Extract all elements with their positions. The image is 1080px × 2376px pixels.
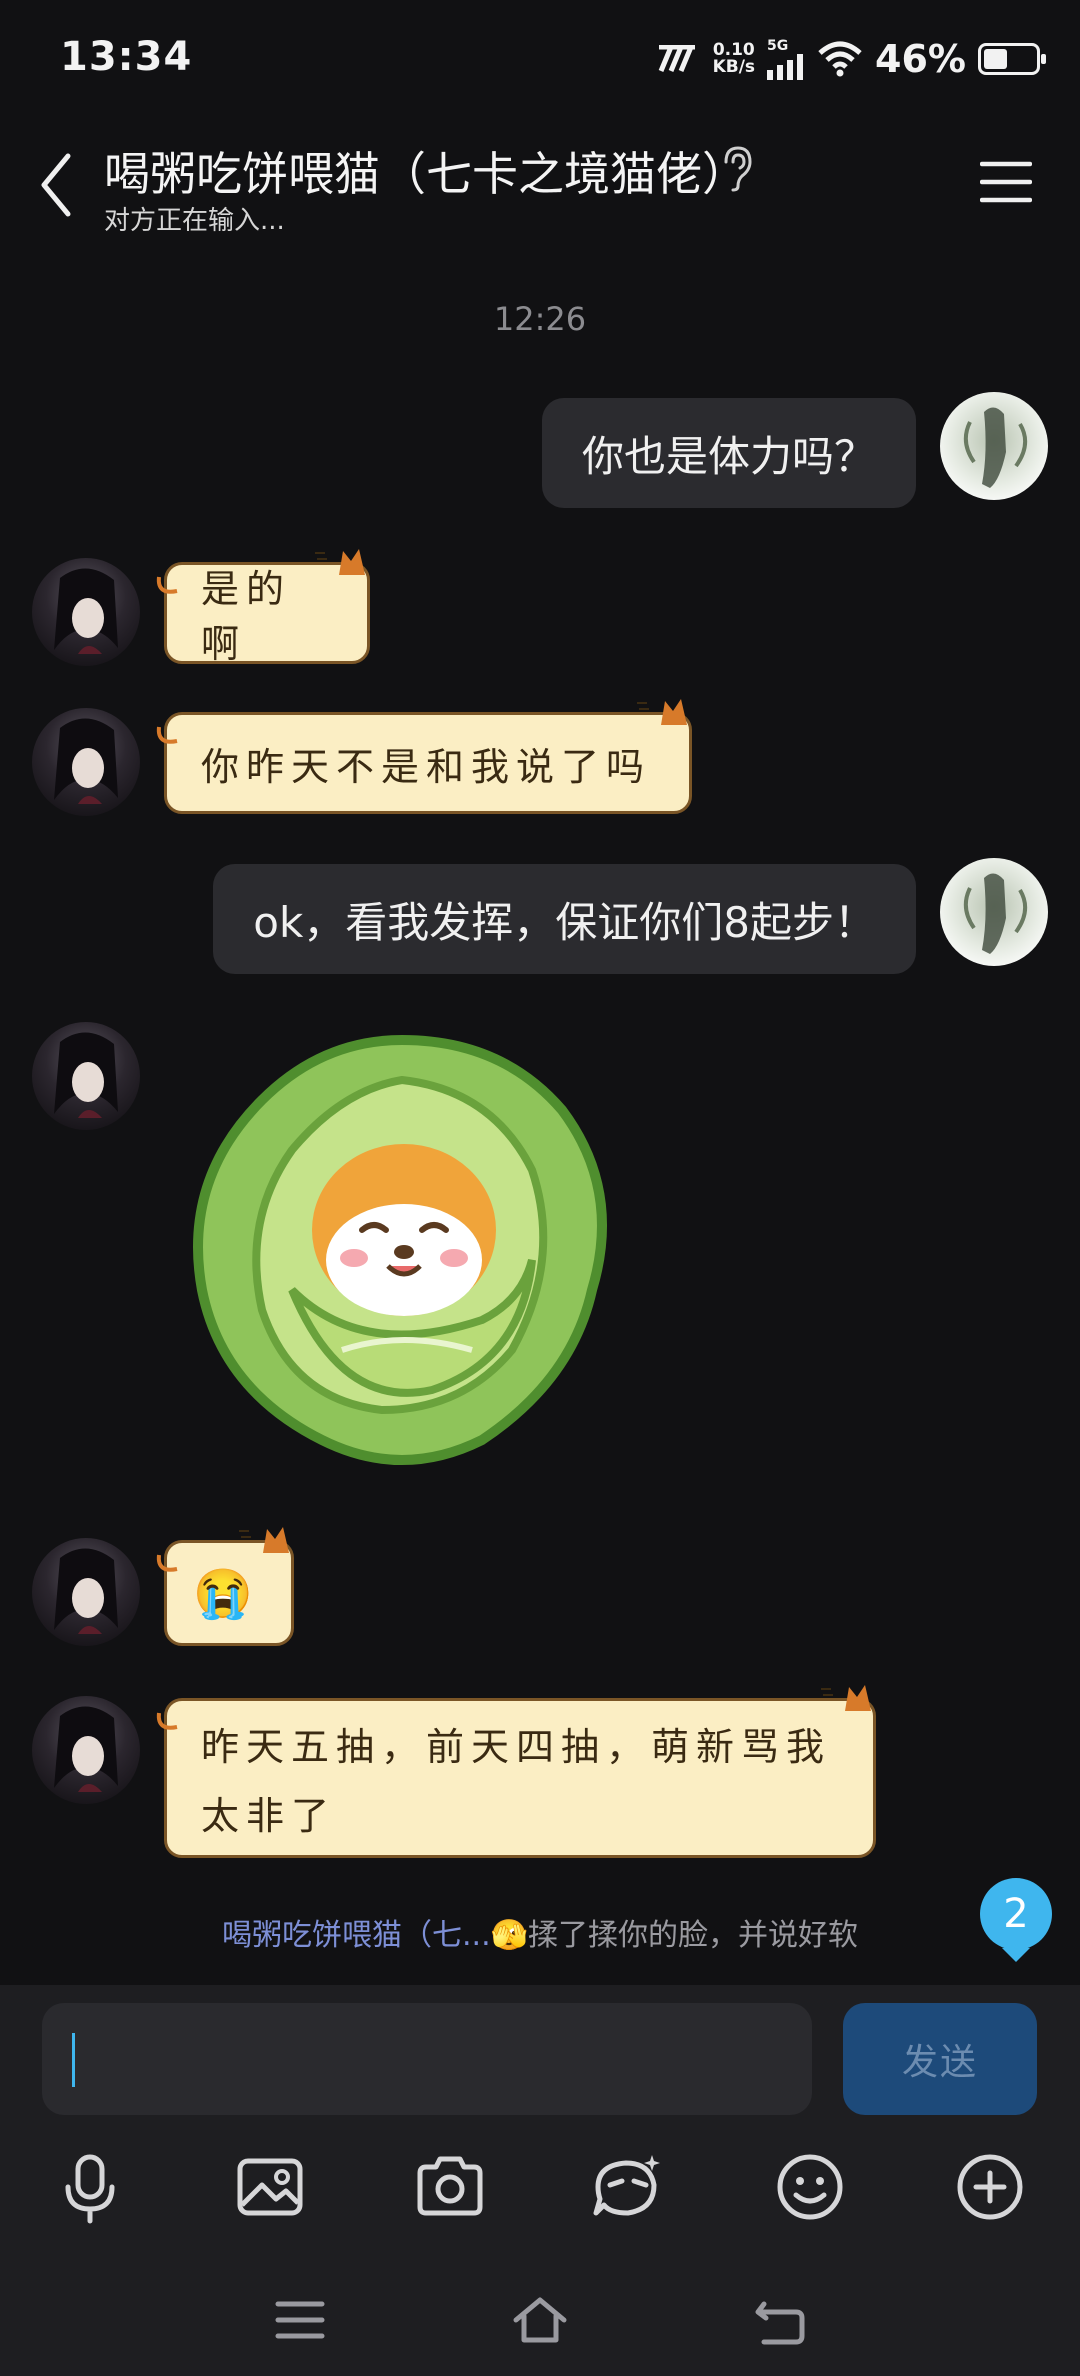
back-arrow-icon[interactable]	[36, 150, 76, 220]
send-button[interactable]: 发送	[843, 2003, 1037, 2115]
text-caret	[72, 2033, 75, 2087]
cat-ears-icon	[239, 1527, 289, 1553]
system-navbar	[0, 2260, 1080, 2376]
status-bar: 13:34 0.10 KB/s 5G 46%	[0, 0, 1080, 120]
camera-icon	[417, 2156, 483, 2216]
avatar-figure	[54, 718, 118, 804]
message-text: ok，看我发挥，保证你们8起步！	[253, 897, 876, 947]
avatar-figure	[54, 1548, 118, 1634]
plus-icon	[957, 2154, 1023, 2220]
message-text-line: 昨天五抽，前天四抽，萌新骂我	[201, 1725, 832, 1769]
emoji-icon	[777, 2154, 843, 2220]
message-text: 你昨天不是和我说了吗	[201, 744, 652, 789]
contact-avatar[interactable]	[32, 1538, 140, 1646]
contact-avatar[interactable]	[32, 1022, 140, 1130]
more-button[interactable]	[950, 2147, 1030, 2227]
bubble-curl-icon	[156, 1554, 178, 1572]
crying-emoji: 😭	[193, 1565, 253, 1622]
wifi-icon	[818, 41, 862, 77]
message-bubble[interactable]: 昨天五抽，前天四抽，萌新骂我 太非了	[156, 1685, 876, 1858]
avatar-figure	[54, 1032, 118, 1118]
nfc-icon	[658, 45, 695, 72]
bubble-curl-icon	[156, 576, 178, 594]
message-bubble[interactable]: 😭	[156, 1527, 294, 1646]
microphone-icon	[65, 2154, 115, 2224]
photo-button[interactable]	[230, 2147, 310, 2227]
message-text-line: 太非了	[201, 1794, 337, 1838]
sticker-icon	[593, 2155, 660, 2216]
unread-count-badge[interactable]: 2	[980, 1878, 1052, 1962]
message-bubble[interactable]: 你昨天不是和我说了吗	[156, 699, 692, 814]
typing-status: 对方正在输入...	[104, 206, 285, 236]
cabbage-shiba-sticker[interactable]	[182, 1030, 622, 1470]
avatar-figure	[963, 873, 1028, 954]
emoji-button[interactable]	[770, 2147, 850, 2227]
battery-icon	[978, 43, 1046, 75]
cat-ears-icon	[637, 699, 687, 725]
home-icon[interactable]	[510, 2290, 570, 2350]
signal-group: 5G	[767, 38, 805, 80]
cat-ears-icon	[821, 1685, 871, 1711]
cat-ears-icon	[315, 549, 365, 575]
notice-actor[interactable]: 喝粥吃饼喂猫（七...	[222, 1918, 491, 1953]
notice-emoji: 🫣	[490, 1918, 528, 1953]
contact-avatar[interactable]	[32, 1696, 140, 1804]
chat-messages[interactable]: 12:26 你也是体力吗？ 是的啊 你昨天不是和我说了吗 ok，看我发挥，保证你…	[0, 250, 1080, 1985]
camera-button[interactable]	[410, 2147, 490, 2227]
chat-title[interactable]: 喝粥吃饼喂猫（七卡之境猫佬）	[104, 138, 748, 204]
message-timestamp: 12:26	[493, 300, 587, 338]
recent-apps-icon[interactable]	[270, 2290, 330, 2350]
battery-level	[984, 49, 1007, 69]
contact-avatar[interactable]	[32, 708, 140, 816]
hamburger-menu-icon[interactable]	[980, 160, 1032, 204]
ear-icon[interactable]	[716, 144, 756, 192]
message-bubble[interactable]: 你也是体力吗？	[541, 398, 916, 508]
contact-avatar[interactable]	[32, 558, 140, 666]
message-bubble[interactable]: ok，看我发挥，保证你们8起步！	[213, 864, 916, 974]
network-type: 5G	[767, 38, 789, 54]
my-avatar[interactable]	[940, 858, 1048, 966]
message-text: 你也是体力吗？	[581, 431, 876, 481]
status-time: 13:34	[60, 34, 193, 80]
signal-icon	[767, 54, 804, 80]
microphone-button[interactable]	[50, 2147, 130, 2227]
bubble-curl-icon	[156, 1712, 178, 1730]
notice-action: 揉了揉你的脸，并说好软	[527, 1918, 858, 1953]
image-icon	[237, 2158, 303, 2216]
back-nav-icon[interactable]	[750, 2290, 810, 2350]
avatar-figure	[54, 1706, 118, 1792]
my-avatar[interactable]	[940, 392, 1048, 500]
message-input[interactable]	[42, 2003, 812, 2115]
poke-notice: 喝粥吃饼喂猫（七...🫣揉了揉你的脸，并说好软	[0, 1910, 1080, 1954]
bubble-curl-icon	[156, 726, 178, 744]
net-speed: 0.10 KB/s	[712, 40, 756, 77]
avatar-figure	[54, 568, 118, 654]
message-bubble[interactable]: 是的啊	[156, 549, 370, 666]
battery-percent: 46%	[875, 37, 966, 81]
chat-header: 喝粥吃饼喂猫（七卡之境猫佬） 对方正在输入...	[0, 120, 1080, 250]
status-indicators: 0.10 KB/s 5G 46%	[657, 34, 1046, 84]
avatar-figure	[963, 407, 1028, 488]
sticker-button[interactable]	[588, 2147, 668, 2227]
